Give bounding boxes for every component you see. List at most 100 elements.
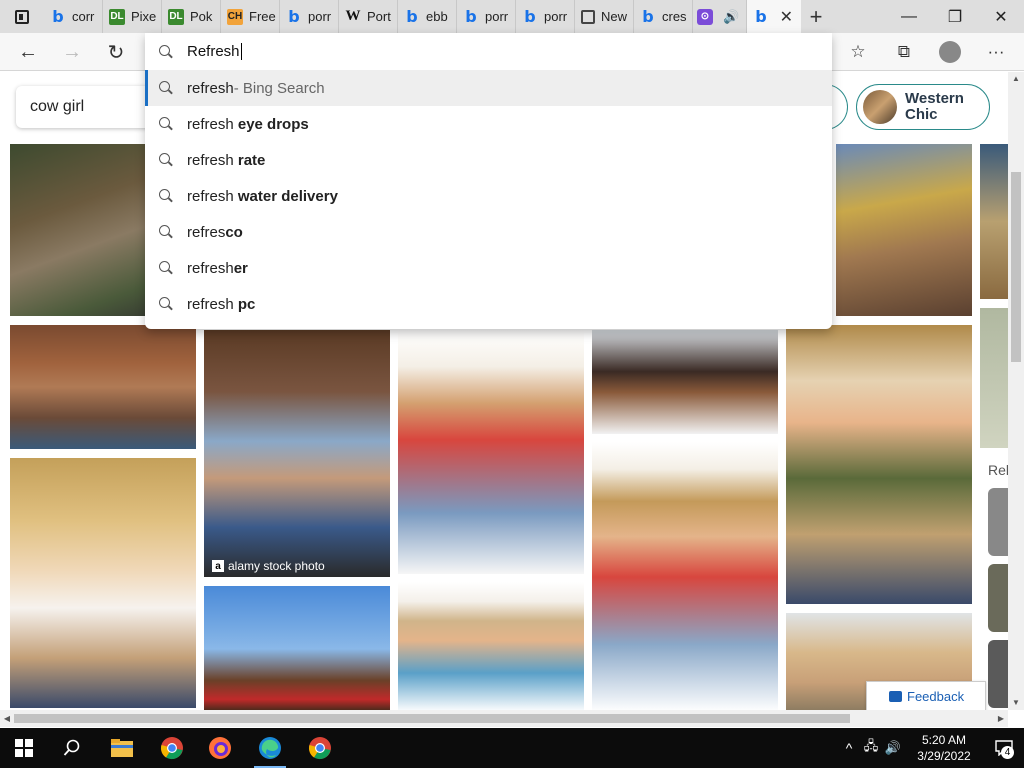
address-bar-input[interactable]: Refresh [145,33,832,70]
refresh-button[interactable]: ↻ [102,38,130,66]
image-result[interactable] [10,458,196,708]
image-result[interactable] [980,308,1008,448]
avatar [939,41,961,63]
vertical-scrollbar[interactable]: ▲ ▼ [1008,72,1024,710]
new-tab-button[interactable]: + [801,4,831,30]
network-icon[interactable]: 🖧 [860,737,882,759]
tab-3[interactable]: CH Free [221,0,280,33]
scroll-right-icon[interactable]: ▶ [994,710,1008,727]
tab-10[interactable]: b cres [634,0,693,33]
clock[interactable]: 5:20 AM 3/29/2022 [904,732,984,764]
collections-icon[interactable]: ⧉ [890,38,918,66]
tab-9[interactable]: New [575,0,634,33]
clock-time: 5:20 AM [921,733,967,747]
image-result[interactable] [10,325,196,449]
image-result[interactable] [592,442,778,712]
suggestion-item[interactable]: refresh water delivery [145,178,832,214]
related-card[interactable] [988,564,1008,632]
volume-icon[interactable]: 🔊 [882,740,904,756]
show-hidden-icons-icon[interactable]: ^ [838,740,860,756]
tab-1[interactable]: DL Pixe [103,0,162,33]
image-result[interactable] [786,325,972,604]
scroll-left-icon[interactable]: ◀ [0,710,14,727]
dl-icon: DL [109,8,125,25]
windows-start-icon [15,739,33,757]
typed-text: Refresh [187,43,240,60]
image-result[interactable]: a alamy stock photo [204,330,390,577]
window-close-button[interactable]: ✕ [978,0,1024,33]
tab-2[interactable]: DL Pok [162,0,221,33]
tab-active[interactable]: b ✕ [747,0,801,33]
suggestion-item[interactable]: refresh er [145,250,832,286]
file-explorer-button[interactable] [98,728,146,768]
back-button[interactable]: ← [14,38,42,66]
suggestion-item[interactable]: refres co [145,214,832,250]
image-result[interactable] [836,144,972,316]
chip-label: Western Chic [905,90,964,123]
tab-8[interactable]: b porr [516,0,575,33]
favorites-icon[interactable]: ☆ [844,38,872,66]
western-chic-chip[interactable]: Western Chic [856,84,990,130]
tab-7[interactable]: b porr [457,0,516,33]
image-result[interactable] [398,582,584,712]
suggestion-item[interactable]: refresh rate [145,142,832,178]
forward-button[interactable]: → [58,38,86,66]
horizontal-scrollbar[interactable]: ◀ ▶ [0,710,1008,727]
scroll-down-icon[interactable]: ▼ [1008,696,1024,710]
tab-label: porr [544,9,568,24]
search-icon [159,44,173,59]
profile-avatar[interactable] [936,38,964,66]
chrome-profile-button[interactable] [296,728,344,768]
tab-actions-menu[interactable] [0,0,44,33]
edge-button[interactable] [246,728,294,768]
vertical-scroll-thumb[interactable] [1011,172,1021,362]
tab-4[interactable]: b porr [280,0,339,33]
feedback-button[interactable]: Feedback [866,681,986,711]
suggestion-prefix: refresh [187,187,238,205]
suggestion-completion: er [233,259,248,277]
related-card[interactable] [988,488,1008,556]
suggestion-item[interactable]: refresh - Bing Search [145,70,832,106]
suggestion-completion: co [225,223,243,241]
restore-button[interactable]: ❐ [932,0,978,33]
tab-label: New [601,9,628,24]
tab-0[interactable]: b corr [44,0,103,33]
tab-media[interactable]: ⊙ 🔊 [693,0,747,33]
bing-icon: b [755,7,767,26]
image-result[interactable] [204,586,390,712]
taskbar-search-button[interactable] [48,728,96,768]
suggestion-item[interactable]: refresh eye drops [145,106,832,142]
scroll-up-icon[interactable]: ▲ [1008,72,1024,86]
toolbar-right: ☆ ⧉ ··· [844,38,1010,66]
firefox-icon [209,737,231,759]
chip-thumbnail [863,90,897,124]
minimize-button[interactable]: — [886,0,932,33]
tab-label: porr [308,9,332,24]
related-card[interactable] [988,640,1008,708]
image-result[interactable] [592,330,778,434]
close-tab-icon[interactable]: ✕ [780,7,793,27]
tab-5[interactable]: W Port [339,0,398,33]
tab-label: cres [662,9,687,24]
chrome-button[interactable] [148,728,196,768]
bing-icon: b [465,7,477,26]
suggestion-item[interactable]: refresh pc [145,286,832,322]
image-result[interactable] [398,330,584,574]
search-icon [159,261,173,275]
start-button[interactable] [0,728,48,768]
image-result[interactable] [980,144,1008,299]
clock-date: 3/29/2022 [917,749,971,763]
bing-icon: b [406,7,418,26]
suggestion-prefix: refres [187,223,226,241]
action-center-button[interactable]: 4 [984,728,1024,768]
firefox-button[interactable] [196,728,244,768]
notification-count: 4 [1001,746,1014,759]
search-icon [159,225,173,239]
bing-icon: b [524,7,536,26]
ch-icon: CH [227,8,243,25]
bing-icon: b [288,7,300,26]
search-icon [159,117,173,131]
horizontal-scroll-thumb[interactable] [14,714,850,723]
settings-menu-icon[interactable]: ··· [982,38,1010,66]
tab-6[interactable]: b ebb [398,0,457,33]
